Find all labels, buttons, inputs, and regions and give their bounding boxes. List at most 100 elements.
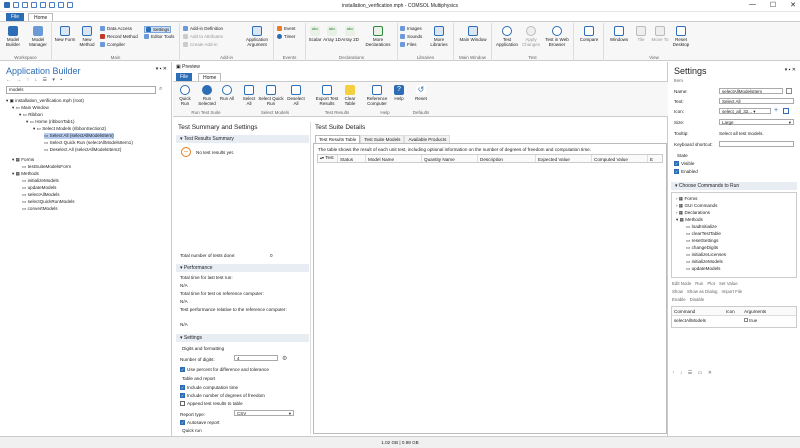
- images-button[interactable]: Images: [400, 26, 422, 31]
- tab-file[interactable]: File: [6, 13, 25, 21]
- create-add-in-button[interactable]: Create Add-in: [183, 42, 218, 47]
- compiler-button[interactable]: Compiler: [100, 42, 125, 47]
- edit-name-icon[interactable]: [786, 88, 792, 94]
- name-input[interactable]: selectAllModelsItem: [719, 88, 783, 94]
- tree-method-item[interactable]: ▭ selectQuickRunModels: [22, 199, 75, 205]
- choose-commands-header[interactable]: ▾ Choose Commands to Run: [671, 182, 797, 190]
- test-application-button[interactable]: Test Application: [494, 26, 520, 47]
- show-button[interactable]: Show: [672, 289, 683, 294]
- cmd-forms[interactable]: › ▦ Forms: [676, 196, 697, 202]
- application-argument-button[interactable]: Application Argument: [242, 26, 272, 47]
- record-method-button[interactable]: Record Method: [100, 34, 138, 39]
- array-2d-button[interactable]: abc Array 2D: [341, 26, 359, 42]
- show-as-dialog-button[interactable]: Show as Dialog: [687, 289, 718, 294]
- new-method-button[interactable]: New Method: [76, 26, 98, 47]
- column-header-quantity-name[interactable]: Quantity Name: [422, 155, 478, 162]
- text-input[interactable]: Select All: [719, 98, 794, 104]
- compare-button[interactable]: Compare: [576, 26, 602, 42]
- append-results-checkbox[interactable]: Append test results to table: [180, 401, 243, 407]
- close-button[interactable]: ✕: [790, 1, 796, 9]
- tree-methods[interactable]: ▾ ▦ Methods: [12, 171, 39, 177]
- run-button[interactable]: Run: [695, 281, 703, 286]
- tab-home[interactable]: Home: [28, 13, 54, 21]
- tree-select-quick-run-item[interactable]: ▭ Select Quick Run (selectAllModelsItem1…: [44, 140, 133, 146]
- preview-tab-home[interactable]: Home: [198, 73, 222, 81]
- browse-icon[interactable]: [783, 108, 789, 114]
- use-percent-checkbox[interactable]: ✓ Use percent for difference and toleranc…: [180, 367, 269, 373]
- cmd-method-item[interactable]: ▭ updateModels: [686, 266, 720, 272]
- tree-select-all-item[interactable]: ▭ Select All (selectAllModelsItem): [44, 133, 114, 139]
- performance-header[interactable]: ▾ Performance: [176, 264, 309, 272]
- windows-button[interactable]: Windows: [606, 26, 632, 42]
- help-button[interactable]: ? Help: [392, 85, 406, 101]
- tree-root[interactable]: ▾ ▣ installation_verification.mph (root): [6, 98, 84, 104]
- edit-node-button[interactable]: Edit Node: [672, 281, 691, 286]
- add-to-attributes-button[interactable]: Add to Attributes: [183, 34, 223, 39]
- reference-computer-button[interactable]: Reference Computer: [363, 85, 391, 106]
- include-dof-checkbox[interactable]: ✓ Include number of degrees of freedom: [180, 393, 265, 399]
- column-header-e[interactable]: E: [648, 155, 662, 162]
- cmd-gui-commands[interactable]: › ▦ GUI Commands: [676, 203, 717, 209]
- model-manager-button[interactable]: Model Manager: [26, 26, 50, 47]
- visible-checkbox[interactable]: ✓ Visible: [674, 161, 694, 167]
- reset-desktop-button[interactable]: Reset Desktop: [670, 26, 692, 47]
- tree-test-suite-form[interactable]: ▭ testSuiteModelsForm: [22, 164, 71, 170]
- tree-forms[interactable]: ▾ ▦ Forms: [12, 157, 34, 163]
- add-in-definition-button[interactable]: Add-in Definition: [183, 26, 223, 31]
- panel-menu-icon[interactable]: ▾ ▪ ✕: [156, 66, 167, 72]
- enabled-checkbox[interactable]: ✓ Enabled: [674, 169, 698, 175]
- preview-tab[interactable]: ▣ Preview: [176, 64, 200, 70]
- main-window-button[interactable]: Main Window: [458, 26, 488, 42]
- timer-button[interactable]: Timer: [277, 34, 295, 39]
- editor-tools-button[interactable]: Editor Tools: [144, 34, 174, 39]
- tree-method-item[interactable]: ▭ updateModels: [22, 185, 56, 191]
- import-file-button[interactable]: Import File: [722, 289, 743, 294]
- tree-deselect-all-item[interactable]: ▭ Deselect All (selectAllModelsItem2): [44, 147, 121, 153]
- tree-home-tab[interactable]: ▾ ▭ Home (ribbonTab1): [26, 119, 75, 125]
- apply-changes-button[interactable]: Apply Changes: [520, 26, 542, 47]
- keyboard-shortcut-input[interactable]: [719, 141, 794, 147]
- select-quick-run-button[interactable]: Select Quick Run: [258, 85, 284, 106]
- add-icon[interactable]: +: [774, 107, 778, 114]
- tree-method-item[interactable]: ▭ selectAllModels: [22, 192, 60, 198]
- tree-ribbon[interactable]: ▾ ▭ Ribbon: [19, 112, 43, 118]
- quick-run-button[interactable]: Quick Run: [176, 85, 194, 106]
- size-select[interactable]: Large ▾: [719, 119, 794, 125]
- column-header-test[interactable]: ▴▾ Test: [318, 155, 338, 162]
- maximize-button[interactable]: ☐: [770, 1, 776, 9]
- report-type-select[interactable]: CSV ▾: [234, 410, 294, 416]
- settings-button[interactable]: Settings: [144, 26, 172, 33]
- new-form-button[interactable]: New Form: [54, 26, 76, 42]
- select-all-button[interactable]: Select All: [241, 85, 257, 106]
- column-header-model-name[interactable]: Model Name: [366, 155, 422, 162]
- set-value-button[interactable]: Set Value: [719, 281, 738, 286]
- cmd-methods[interactable]: ▾ ▦ Methods: [676, 217, 703, 223]
- data-access-button[interactable]: Data Access: [100, 26, 132, 31]
- sounds-button[interactable]: Sounds: [400, 34, 422, 39]
- reset-button[interactable]: ↺ Reset: [413, 85, 429, 101]
- column-header-expected-value[interactable]: Expected Value: [536, 155, 592, 162]
- more-declarations-button[interactable]: More Declarations: [360, 26, 396, 47]
- cmd-method-item[interactable]: ▭ initializeModels: [686, 259, 723, 265]
- tile-button[interactable]: Tile: [632, 26, 650, 42]
- column-header-status[interactable]: Status: [338, 155, 366, 162]
- results-summary-header[interactable]: ▾ Test Results Summary: [176, 135, 309, 143]
- tree-select-models-section[interactable]: ▾ ▭ Select Models (ribbonSection2): [33, 126, 106, 132]
- table-row[interactable]: selectAllModels true: [672, 317, 796, 325]
- settings-icon[interactable]: ⚙: [282, 355, 287, 362]
- deselect-all-button[interactable]: Deselect All: [285, 85, 307, 106]
- search-input[interactable]: models: [6, 86, 156, 94]
- tree-toolbar[interactable]: ← → ↑ ↓ ☰ ▾ ▪: [6, 77, 64, 83]
- include-time-checkbox[interactable]: ✓ Include computation time: [180, 385, 238, 391]
- settings-menu-icon[interactable]: ▾ ▪ ✕: [785, 67, 796, 73]
- files-button[interactable]: Files: [400, 42, 417, 47]
- run-all-button[interactable]: Run All: [218, 85, 236, 101]
- search-icon[interactable]: ⌕: [159, 86, 162, 93]
- column-header-computed-value[interactable]: Computed Value: [592, 155, 648, 162]
- column-header-description[interactable]: Description: [478, 155, 536, 162]
- enable-button[interactable]: Enable: [672, 297, 686, 302]
- plot-button[interactable]: Plot: [707, 281, 715, 286]
- disable-button[interactable]: Disable: [690, 297, 705, 302]
- num-digits-input[interactable]: 4: [234, 355, 278, 361]
- test-in-web-browser-button[interactable]: Test in Web Browser: [542, 26, 572, 47]
